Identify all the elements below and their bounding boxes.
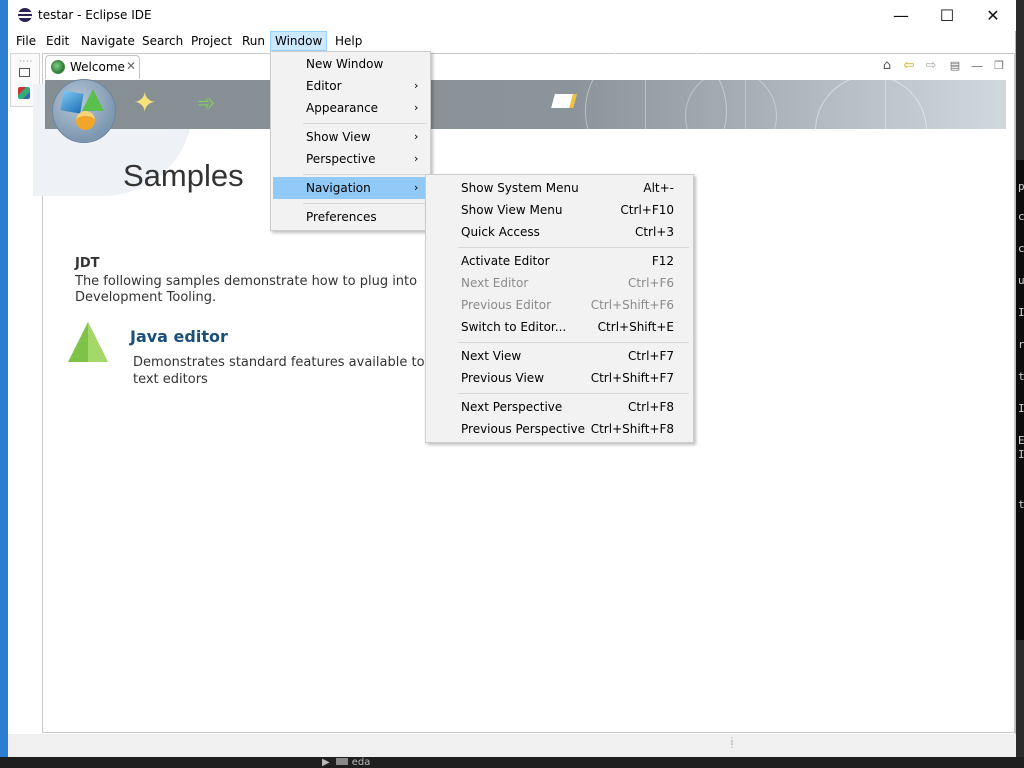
menu-separator	[458, 247, 689, 248]
overview-icon[interactable]	[52, 79, 116, 143]
menu-help[interactable]: Help	[331, 31, 366, 51]
eclipse-logo-icon	[18, 8, 32, 22]
maximize-view-icon[interactable]: ❐	[991, 58, 1007, 74]
desktop-background	[0, 0, 8, 768]
menu-separator	[458, 342, 689, 343]
terminal-char: c	[1018, 242, 1024, 255]
menu-bar: File Edit Navigate Search Project Run Wi…	[8, 31, 1016, 51]
background-terminal: p c c u I r t I E I t	[1016, 160, 1024, 640]
menu-item-previous-perspective[interactable]: Previous Perspective Ctrl+Shift+F8	[428, 418, 691, 440]
menu-edit[interactable]: Edit	[42, 31, 73, 51]
menu-project[interactable]: Project	[187, 31, 236, 51]
menu-navigate[interactable]: Navigate	[77, 31, 139, 51]
menu-item-quick-access[interactable]: Quick Access Ctrl+3	[428, 221, 691, 243]
menu-item-activate-editor[interactable]: Activate Editor F12	[428, 250, 691, 272]
title-bar: testar - Eclipse IDE — ☐ ✕	[8, 0, 1016, 31]
terminal-char: t	[1018, 498, 1024, 511]
maximize-button[interactable]: ☐	[924, 0, 970, 31]
tab-welcome[interactable]: Welcome ✕	[45, 55, 140, 79]
section-description: The following samples demonstrate how to…	[75, 274, 418, 305]
minimize-button[interactable]: —	[878, 0, 924, 31]
menu-item-switch-to-editor[interactable]: Switch to Editor... Ctrl+Shift+E	[428, 316, 691, 338]
chevron-right-icon: ›	[414, 152, 419, 165]
menu-separator	[303, 203, 427, 204]
chevron-right-icon: ›	[414, 181, 419, 194]
taskbar: ▶ eda	[0, 757, 1024, 768]
whats-new-star-icon[interactable]: ✦	[133, 88, 156, 118]
terminal-char: u	[1018, 274, 1024, 287]
window-title: testar - Eclipse IDE	[38, 8, 152, 22]
drag-handle-icon[interactable]: ····	[19, 57, 33, 66]
menu-item-perspective[interactable]: Perspective ›	[273, 148, 428, 170]
forward-arrow-icon[interactable]: ⇨	[923, 58, 939, 74]
menu-item-show-view-menu[interactable]: Show View Menu Ctrl+F10	[428, 199, 691, 221]
status-bar: ⋮ ⋮	[8, 734, 1016, 757]
minimize-view-icon[interactable]: —	[969, 58, 985, 74]
menu-item-show-view[interactable]: Show View ›	[273, 126, 428, 148]
menu-item-editor[interactable]: Editor ›	[273, 75, 428, 97]
home-icon[interactable]: ⌂	[879, 58, 895, 74]
menu-separator	[303, 174, 427, 175]
menu-item-navigation[interactable]: Navigation ›	[273, 177, 428, 199]
welcome-banner: ✦ ➾	[45, 40, 1006, 187]
tree-view-icon[interactable]: ▤	[947, 58, 963, 74]
taskbar-item-label: eda	[351, 757, 371, 768]
terminal-char: r	[1018, 338, 1024, 351]
welcome-globe-icon	[51, 60, 65, 74]
terminal-char: p	[1018, 180, 1024, 193]
menu-search[interactable]: Search	[138, 31, 187, 51]
menu-item-previous-view[interactable]: Previous View Ctrl+Shift+F7	[428, 367, 691, 389]
back-arrow-icon[interactable]: ⇦	[901, 58, 917, 74]
menu-item-show-system-menu[interactable]: Show System Menu Alt+-	[428, 177, 691, 199]
menu-item-appearance[interactable]: Appearance ›	[273, 97, 428, 119]
tab-label: Welcome	[70, 60, 125, 74]
package-explorer-icon[interactable]	[18, 87, 30, 99]
chevron-right-icon: ›	[414, 101, 419, 114]
menu-item-preferences[interactable]: Preferences	[273, 206, 428, 228]
navigation-submenu: Show System Menu Alt+- Show View Menu Ctrl…	[425, 174, 694, 443]
menu-separator	[458, 393, 689, 394]
terminal-char: I	[1018, 448, 1024, 461]
menu-window[interactable]: Window	[270, 31, 328, 51]
chevron-right-icon: ›	[414, 79, 419, 92]
menu-run[interactable]: Run	[238, 31, 269, 51]
menu-separator	[303, 123, 427, 124]
terminal-char: c	[1018, 210, 1024, 223]
menu-item-previous-editor: Previous Editor Ctrl+Shift+F6	[461, 298, 674, 312]
menu-item-next-editor: Next Editor Ctrl+F6	[461, 276, 674, 290]
chevron-right-icon: ›	[414, 130, 419, 143]
section-title: JDT	[75, 256, 100, 271]
menu-item-next-view[interactable]: Next View Ctrl+F7	[428, 345, 691, 367]
status-grip-icon[interactable]: ⋮ ⋮	[728, 737, 736, 749]
java-editor-link[interactable]: Java editor	[130, 327, 228, 346]
menu-item-new-window[interactable]: New Window	[273, 53, 428, 75]
terminal-char: I	[1018, 402, 1024, 415]
menu-file[interactable]: File	[12, 31, 40, 51]
terminal-char: I	[1018, 306, 1024, 319]
banner-page-icon	[551, 94, 577, 108]
java-editor-description: Demonstrates standard features available…	[133, 355, 425, 387]
window-menu: New Window Editor › Appearance › Show View…	[270, 51, 431, 231]
restore-icon[interactable]	[19, 68, 30, 77]
menu-item-next-perspective[interactable]: Next Perspective Ctrl+F8	[428, 396, 691, 418]
workbench-arrow-icon[interactable]: ➾	[197, 92, 215, 116]
page-title: Samples	[123, 158, 244, 193]
terminal-char: t	[1018, 370, 1024, 383]
close-button[interactable]: ✕	[970, 0, 1016, 31]
taskbar-item[interactable]: ▶ eda	[322, 757, 370, 768]
terminal-char: E	[1018, 434, 1024, 447]
tab-close-icon[interactable]: ✕	[126, 59, 136, 73]
